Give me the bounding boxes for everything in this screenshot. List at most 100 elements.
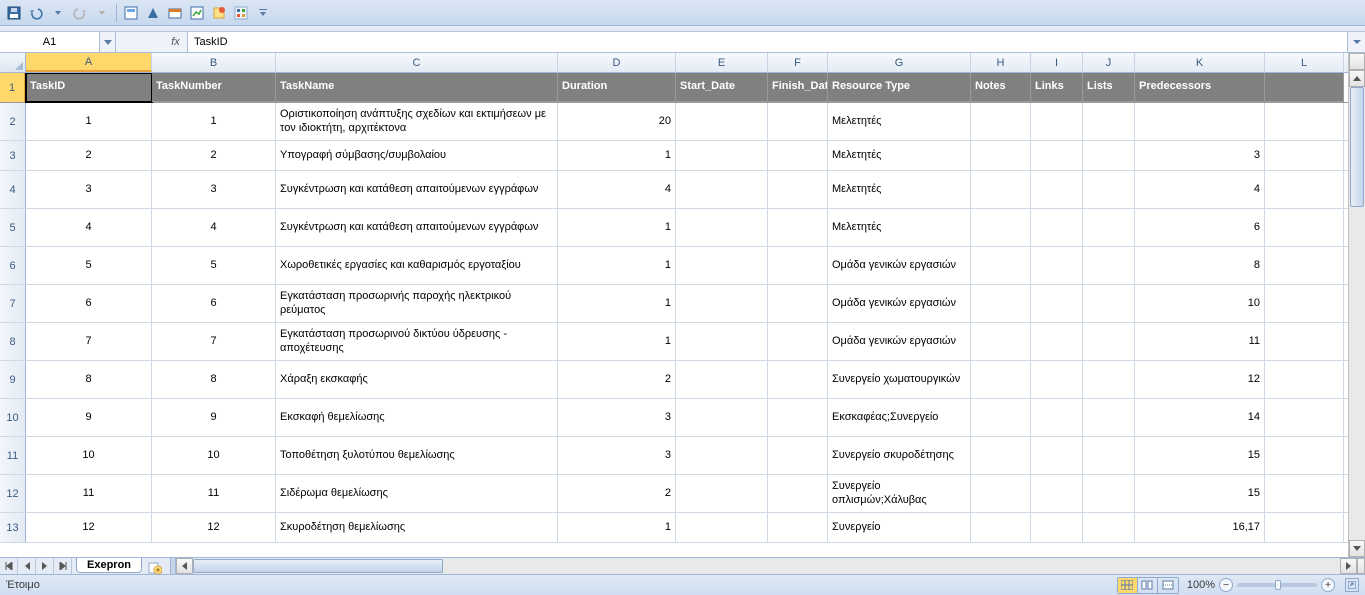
view-page-layout-icon[interactable]: [1138, 578, 1158, 593]
row-header[interactable]: 2: [0, 103, 26, 140]
cell[interactable]: 1: [558, 141, 676, 170]
cell[interactable]: [1265, 513, 1344, 542]
cell[interactable]: 11: [26, 475, 152, 512]
cell[interactable]: 15: [1135, 475, 1265, 512]
row-header[interactable]: 8: [0, 323, 26, 360]
cell[interactable]: 4: [26, 209, 152, 246]
cell[interactable]: [676, 323, 768, 360]
cell[interactable]: [971, 103, 1031, 140]
qat-custom-1-icon[interactable]: [121, 3, 141, 23]
cell[interactable]: [768, 285, 828, 322]
horizontal-scrollbar[interactable]: [176, 558, 1365, 574]
cell[interactable]: 2: [26, 141, 152, 170]
row-header[interactable]: 11: [0, 437, 26, 474]
cell[interactable]: [1083, 285, 1135, 322]
cell[interactable]: Εγκατάσταση προσωρινού δικτύου ύδρευσης …: [276, 323, 558, 360]
header-cell[interactable]: Start_Date: [676, 73, 768, 102]
cell[interactable]: 4: [152, 209, 276, 246]
cell[interactable]: [1083, 323, 1135, 360]
cell[interactable]: [1083, 141, 1135, 170]
cell[interactable]: [1083, 171, 1135, 208]
column-header-A[interactable]: A: [26, 53, 152, 72]
header-cell[interactable]: Links: [1031, 73, 1083, 102]
header-cell[interactable]: Duration: [558, 73, 676, 102]
column-header-F[interactable]: F: [768, 53, 828, 72]
zoom-percent[interactable]: 100%: [1187, 579, 1215, 591]
select-all-corner[interactable]: [0, 53, 26, 72]
save-icon[interactable]: [4, 3, 24, 23]
redo-dropdown-icon[interactable]: [92, 3, 112, 23]
cell[interactable]: Χάραξη εκσκαφής: [276, 361, 558, 398]
zoom-slider[interactable]: [1237, 583, 1317, 587]
scroll-left-icon[interactable]: [176, 558, 193, 574]
cell[interactable]: [1083, 247, 1135, 284]
cell[interactable]: [1031, 475, 1083, 512]
cell[interactable]: [676, 475, 768, 512]
cell[interactable]: 3: [152, 171, 276, 208]
cell[interactable]: 5: [152, 247, 276, 284]
cell[interactable]: [676, 141, 768, 170]
cell[interactable]: Συνεργείο σκυροδέτησης: [828, 437, 971, 474]
rows-area[interactable]: 1TaskIDTaskNumberTaskNameDurationStart_D…: [0, 73, 1365, 557]
cell[interactable]: 7: [152, 323, 276, 360]
row-header[interactable]: 9: [0, 361, 26, 398]
formula-input[interactable]: [188, 32, 1347, 52]
name-box-input[interactable]: [0, 36, 99, 48]
cell[interactable]: [1031, 513, 1083, 542]
cell[interactable]: 9: [26, 399, 152, 436]
cell[interactable]: [1083, 103, 1135, 140]
cell[interactable]: [971, 399, 1031, 436]
cell[interactable]: [768, 361, 828, 398]
cell[interactable]: Εκσκαφέας;Συνεργείο: [828, 399, 971, 436]
name-box[interactable]: [0, 32, 100, 52]
cell[interactable]: [1265, 361, 1344, 398]
column-header-B[interactable]: B: [152, 53, 276, 72]
cell[interactable]: [1265, 399, 1344, 436]
cell[interactable]: [1083, 437, 1135, 474]
cell[interactable]: 1: [558, 209, 676, 246]
header-cell[interactable]: [1265, 73, 1344, 102]
cell[interactable]: [768, 141, 828, 170]
cell[interactable]: 5: [26, 247, 152, 284]
cell[interactable]: 4: [558, 171, 676, 208]
cell[interactable]: [1083, 475, 1135, 512]
vertical-scroll-thumb[interactable]: [1350, 87, 1364, 207]
redo-icon[interactable]: [70, 3, 90, 23]
tab-last-icon[interactable]: [54, 558, 72, 574]
sheet-tab-exepron[interactable]: Exepron: [76, 558, 142, 573]
cell[interactable]: [1265, 437, 1344, 474]
cell[interactable]: 9: [152, 399, 276, 436]
header-cell[interactable]: Resource Type: [828, 73, 971, 102]
zoom-expand-icon[interactable]: [1345, 578, 1359, 592]
cell[interactable]: [676, 437, 768, 474]
cell[interactable]: 11: [1135, 323, 1265, 360]
cell[interactable]: [1031, 103, 1083, 140]
column-header-K[interactable]: K: [1135, 53, 1265, 72]
cell[interactable]: 15: [1135, 437, 1265, 474]
row-header[interactable]: 3: [0, 141, 26, 170]
row-header[interactable]: 12: [0, 475, 26, 512]
zoom-slider-thumb[interactable]: [1275, 580, 1281, 590]
cell[interactable]: [768, 323, 828, 360]
scroll-down-icon[interactable]: [1349, 540, 1365, 557]
cell[interactable]: [768, 171, 828, 208]
cell[interactable]: Συνεργείο οπλισμών;Χάλυβας: [828, 475, 971, 512]
cell[interactable]: [676, 361, 768, 398]
cell[interactable]: [1265, 323, 1344, 360]
cell[interactable]: Συνεργείο χωματουργικών: [828, 361, 971, 398]
cell[interactable]: Μελετητές: [828, 141, 971, 170]
cell[interactable]: [676, 247, 768, 284]
cell[interactable]: [676, 513, 768, 542]
header-cell[interactable]: TaskName: [276, 73, 558, 102]
cell[interactable]: [768, 437, 828, 474]
cell[interactable]: [768, 103, 828, 140]
cell[interactable]: [768, 209, 828, 246]
header-cell[interactable]: Predecessors: [1135, 73, 1265, 102]
cell[interactable]: 6: [1135, 209, 1265, 246]
qat-customize-dropdown-icon[interactable]: [253, 3, 273, 23]
qat-custom-3-icon[interactable]: [165, 3, 185, 23]
cell[interactable]: Σιδέρωμα θεμελίωσης: [276, 475, 558, 512]
header-cell[interactable]: Finish_Date: [768, 73, 828, 102]
cell[interactable]: [676, 171, 768, 208]
cell[interactable]: [676, 399, 768, 436]
